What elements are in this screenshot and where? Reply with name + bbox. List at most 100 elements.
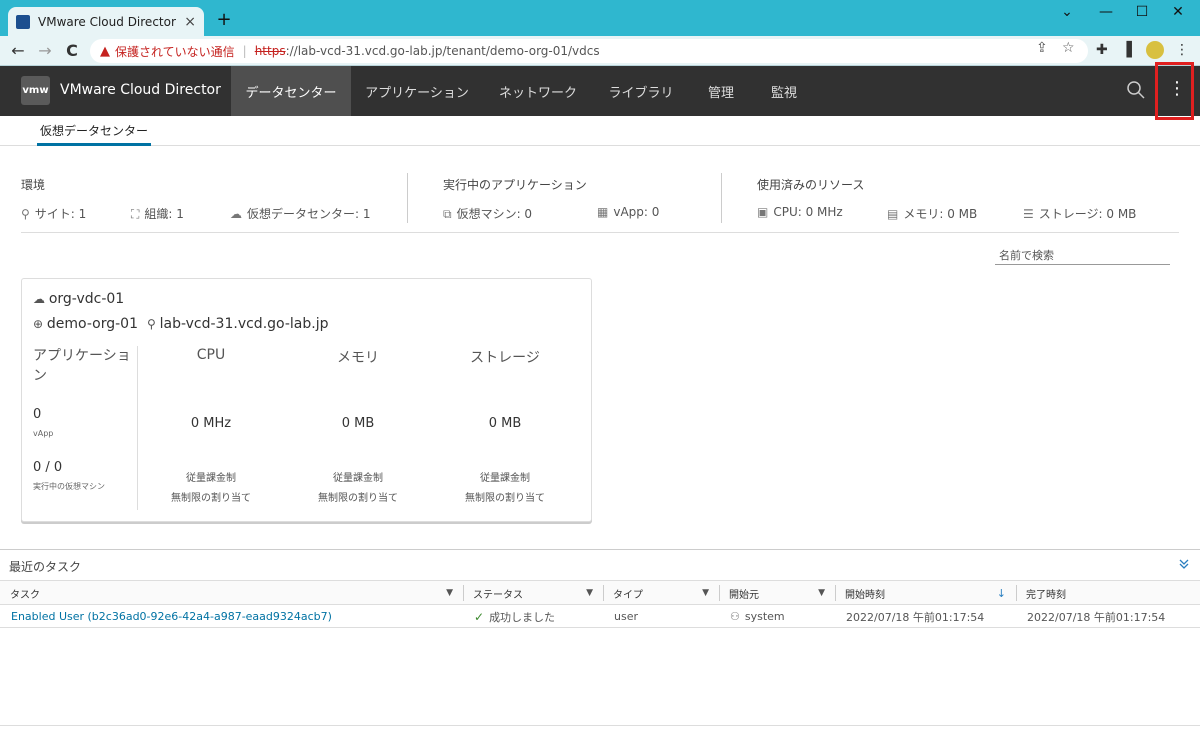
nav-applications[interactable]: アプリケーション	[356, 66, 478, 116]
not-secure-label: 保護されていない通信	[115, 44, 235, 59]
storage-icon: ☰	[1023, 207, 1034, 221]
storage-heading: ストレージ	[470, 350, 540, 366]
orgs-text: 組織: 1	[144, 207, 184, 221]
filter-icon[interactable]: ▼	[818, 588, 825, 598]
tab-virtual-datacenters[interactable]: 仮想データセンター	[37, 122, 152, 146]
cpu-allocation: 無制限の割り当て	[171, 493, 251, 504]
highlight-box	[1155, 62, 1194, 120]
vapp-icon: ▦	[597, 205, 609, 219]
browser-menu-icon[interactable]: ⋮	[1175, 42, 1189, 58]
vdc-card[interactable]	[21, 278, 592, 522]
location-pin-icon: ⚲	[21, 207, 30, 221]
forward-button[interactable]: →	[35, 41, 55, 60]
vdc-name[interactable]: ☁ org-vdc-01	[33, 291, 124, 307]
cpu-icon: ▣	[757, 205, 769, 219]
vdc-org-text: demo-org-01	[46, 316, 138, 332]
success-check-icon: ✓	[474, 609, 485, 624]
column-type[interactable]: タイプ ▼	[603, 581, 719, 605]
share-icon[interactable]: ⇪	[1036, 40, 1048, 56]
close-tab-icon[interactable]: ×	[184, 14, 196, 30]
sort-descending-icon[interactable]: ↓	[997, 587, 1006, 600]
bookmark-star-icon[interactable]: ☆	[1062, 40, 1075, 56]
running-vm-label: 実行中の仮想マシン	[33, 482, 105, 491]
cpu-used: ▣ CPU: 0 MHz	[757, 205, 843, 219]
divider	[721, 173, 722, 223]
vdc-site-text: lab-vcd-31.vcd.go-lab.jp	[159, 316, 329, 332]
nav-monitor[interactable]: 監視	[760, 66, 808, 116]
storage-model: 従量課金制	[480, 473, 530, 484]
search-by-name-input[interactable]: 名前で検索	[995, 245, 1170, 265]
task-name-link[interactable]: Enabled User (b2c36ad0-92e6-42a4-a987-ea…	[0, 605, 463, 628]
back-button[interactable]: ←	[8, 41, 28, 60]
memory-value: 0 MB	[341, 416, 375, 431]
column-status[interactable]: ステータス ▼	[463, 581, 603, 605]
nav-libraries[interactable]: ライブラリ	[600, 66, 682, 116]
maximize-button[interactable]: ☐	[1130, 4, 1154, 20]
vdc-org: ⊕ demo-org-01	[33, 316, 138, 332]
search-icon[interactable]	[1126, 80, 1146, 105]
task-end-time: 2022/07/18 午前01:17:54	[1027, 610, 1166, 624]
task-initiator: ⚇ system	[719, 605, 835, 628]
cpu-text: CPU: 0 MHz	[773, 205, 843, 219]
table-row[interactable]: Enabled User (b2c36ad0-92e6-42a4-a987-ea…	[0, 605, 1200, 628]
browser-tab[interactable]: VMware Cloud Director - 仮想デ ×	[8, 7, 204, 36]
filter-icon[interactable]: ▼	[446, 588, 453, 598]
sites-text: サイト: 1	[34, 207, 87, 221]
sites-count: ⚲ サイト: 1	[21, 205, 86, 222]
address-bar[interactable]: ▲ 保護されていない通信 | https ://lab-vcd-31.vcd.g…	[90, 39, 1088, 63]
globe-icon: ⊕	[33, 317, 47, 331]
column-initiator[interactable]: 開始元 ▼	[719, 581, 835, 605]
storage-allocation: 無制限の割り当て	[465, 493, 545, 504]
side-panel-icon[interactable]: ▐	[1121, 42, 1132, 58]
column-initiator-label: 開始元	[729, 589, 759, 601]
footer-divider	[0, 725, 1200, 726]
vms-count: ⧉ 仮想マシン: 0	[443, 205, 532, 222]
task-start-time: 2022/07/18 午前01:17:54	[846, 610, 985, 624]
nav-administration[interactable]: 管理	[698, 66, 744, 116]
vapps-text: vApp: 0	[613, 205, 660, 219]
vdcs-text: 仮想データセンター: 1	[247, 207, 371, 221]
nav-networking[interactable]: ネットワーク	[490, 66, 586, 116]
extensions-icon[interactable]: ✚	[1096, 42, 1108, 58]
subtab-bar	[0, 116, 1200, 146]
vapps-count: ▦ vApp: 0	[597, 205, 659, 219]
storage-text: ストレージ: 0 MB	[1038, 207, 1137, 221]
filter-icon[interactable]: ▼	[702, 588, 709, 598]
reload-button[interactable]: C	[62, 41, 82, 60]
storage-value: 0 MB	[488, 416, 522, 431]
memory-allocation: 無制限の割り当て	[318, 493, 398, 504]
memory-used: ▤ メモリ: 0 MB	[887, 205, 977, 222]
vdc-site: ⚲ lab-vcd-31.vcd.go-lab.jp	[147, 316, 329, 332]
profile-avatar[interactable]	[1146, 41, 1164, 59]
divider	[407, 173, 408, 223]
running-apps-title: 実行中のアプリケーション	[443, 178, 587, 192]
column-task[interactable]: タスク ▼	[0, 581, 463, 605]
vapp-count: 0	[33, 407, 42, 422]
address-separator: |	[242, 44, 247, 58]
column-start-time[interactable]: 開始時刻 ↓	[835, 581, 1016, 605]
vdcs-count: ☁ 仮想データセンター: 1	[230, 205, 371, 222]
column-start-time-label: 開始時刻	[845, 589, 885, 601]
warning-icon: ▲	[100, 43, 110, 59]
close-window-button[interactable]: ✕	[1166, 4, 1190, 20]
memory-model: 従量課金制	[333, 473, 383, 484]
column-end-time[interactable]: 完了時刻	[1016, 581, 1200, 605]
collapse-chevron-icon[interactable]	[1178, 558, 1190, 573]
tab-search-icon[interactable]: ⌄	[1055, 4, 1079, 20]
new-tab-button[interactable]: +	[214, 9, 234, 30]
url-text: ://lab-vcd-31.vcd.go-lab.jp/tenant/demo-…	[285, 44, 600, 58]
vapp-label: vApp	[33, 429, 54, 438]
tasks-table: タスク ▼ ステータス ▼ タイプ ▼ 開始元 ▼ 開始時刻 ↓ 完了時刻 Enabled…	[0, 580, 1200, 730]
vm-icon: ⧉	[443, 207, 452, 221]
tasks-divider	[0, 549, 1200, 550]
vmware-logo: vmw	[21, 76, 50, 105]
vmware-favicon-icon	[16, 14, 30, 29]
environment-title: 環境	[21, 178, 46, 192]
filter-icon[interactable]: ▼	[586, 588, 593, 598]
column-task-label: タスク	[10, 589, 40, 601]
minimize-button[interactable]: —	[1094, 4, 1118, 20]
nav-datacenters[interactable]: データセンター	[231, 66, 351, 116]
browser-tab-title: VMware Cloud Director - 仮想デ	[38, 15, 178, 29]
brand-title: VMware Cloud Director	[60, 82, 221, 98]
used-resources-title: 使用済みのリソース	[757, 178, 865, 192]
